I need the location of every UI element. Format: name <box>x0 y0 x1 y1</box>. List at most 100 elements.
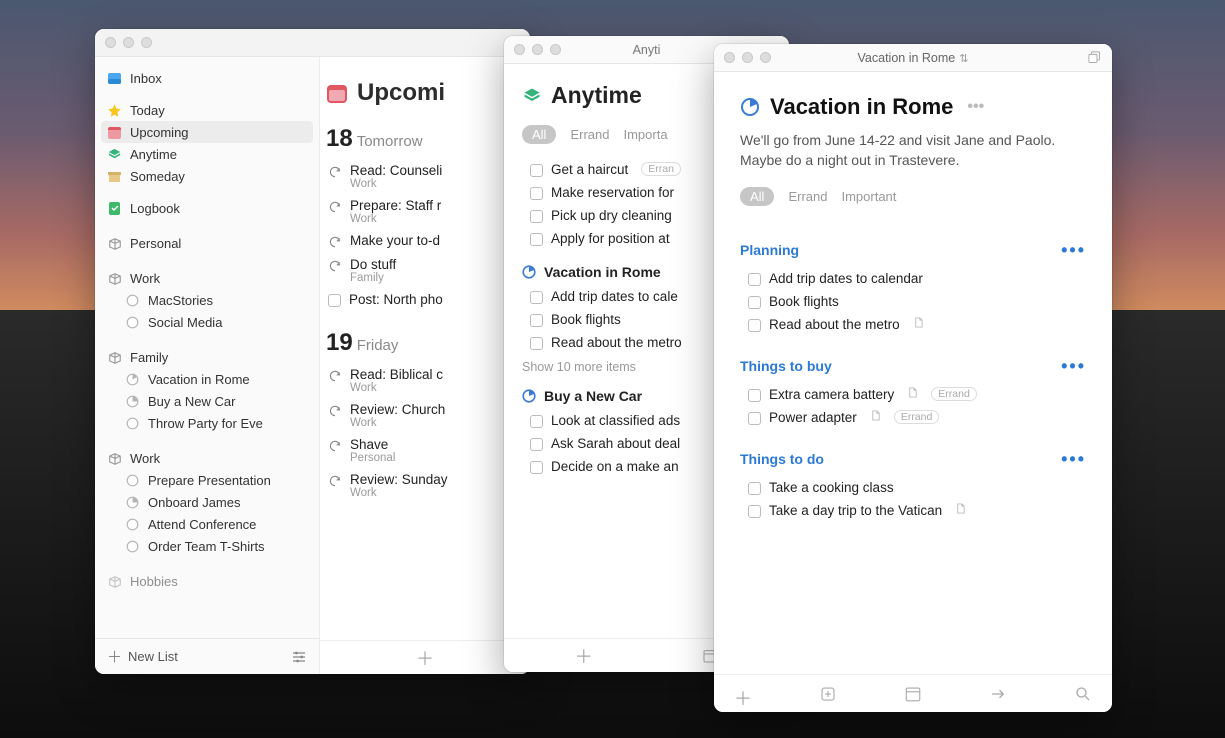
toolbar: ＋ <box>320 640 530 674</box>
sidebar-logbook[interactable]: Logbook <box>95 197 319 219</box>
checkbox[interactable] <box>748 482 761 495</box>
task-row[interactable]: Book flights <box>740 290 1086 313</box>
task-tag[interactable]: Errand <box>931 387 977 401</box>
task-tag[interactable]: Errand <box>894 410 940 424</box>
checkbox[interactable] <box>530 438 543 451</box>
move-icon[interactable] <box>989 685 1007 703</box>
task-row[interactable]: Prepare: Staff rWork <box>320 194 530 229</box>
pill-all[interactable]: All <box>740 187 774 206</box>
checkbox[interactable] <box>328 294 341 307</box>
sidebar-label: Upcoming <box>130 125 189 140</box>
sidebar-anytime[interactable]: Anytime <box>95 143 319 165</box>
add-icon[interactable]: ＋ <box>734 685 752 703</box>
checkbox[interactable] <box>530 314 543 327</box>
pill-errand[interactable]: Errand <box>570 127 609 142</box>
titlebar[interactable]: Vacation in Rome⇅ <box>714 44 1112 72</box>
sidebar-project[interactable]: Onboard James <box>95 491 319 513</box>
checkbox[interactable] <box>748 505 761 518</box>
checkbox[interactable] <box>530 461 543 474</box>
more-icon[interactable]: ••• <box>1061 449 1086 470</box>
task-row[interactable]: Post: North pho <box>320 288 530 311</box>
calendar-icon[interactable] <box>904 685 922 703</box>
sidebar-someday[interactable]: Someday <box>95 165 319 187</box>
search-icon[interactable] <box>1074 685 1092 703</box>
sidebar-area-family[interactable]: Family <box>95 347 319 368</box>
more-icon[interactable]: ••• <box>1061 356 1086 377</box>
repeat-icon <box>328 474 342 488</box>
traffic-min[interactable] <box>123 37 134 48</box>
task-row[interactable]: Read: CounseliWork <box>320 159 530 194</box>
task-title: Shave <box>350 437 395 452</box>
sidebar-area-work1[interactable]: Work <box>95 268 319 289</box>
task-row[interactable]: Review: ChurchWork <box>320 398 530 433</box>
sidebar-project[interactable]: Buy a New Car <box>95 390 319 412</box>
add-icon[interactable]: ＋ <box>416 645 434 671</box>
checkbox[interactable] <box>530 337 543 350</box>
box-icon <box>107 236 122 251</box>
dropdown-icon[interactable]: ⇅ <box>959 53 968 65</box>
checkbox[interactable] <box>530 164 543 177</box>
titlebar[interactable] <box>95 29 530 57</box>
checkbox[interactable] <box>530 415 543 428</box>
project-notes[interactable]: We'll go from June 14-22 and visit Jane … <box>740 130 1058 171</box>
task-tag[interactable]: Erran <box>641 162 681 176</box>
checkbox[interactable] <box>530 210 543 223</box>
sidebar-area-personal[interactable]: Personal <box>95 233 319 254</box>
pill-important[interactable]: Important <box>841 189 896 204</box>
pill-all[interactable]: All <box>522 125 556 144</box>
layers-icon <box>522 86 542 106</box>
task-row[interactable]: Extra camera batteryErrand <box>740 383 1086 406</box>
sidebar-today[interactable]: Today <box>95 99 319 121</box>
task-row[interactable]: ShavePersonal <box>320 433 530 468</box>
task-row[interactable]: Make your to-d <box>320 229 530 253</box>
task-row[interactable]: Take a cooking class <box>740 476 1086 499</box>
task-row[interactable]: Take a day trip to the Vatican <box>740 499 1086 522</box>
task-row[interactable]: Review: SundayWork <box>320 468 530 503</box>
sidebar-area-work2[interactable]: Work <box>95 448 319 469</box>
sidebar-upcoming[interactable]: Upcoming <box>101 121 313 143</box>
add-icon[interactable]: ＋ <box>575 643 593 669</box>
pie-icon <box>125 394 140 409</box>
sidebar-project[interactable]: Vacation in Rome <box>95 368 319 390</box>
repeat-icon <box>328 404 342 418</box>
sidebar-project[interactable]: Social Media <box>95 311 319 333</box>
traffic-max[interactable] <box>141 37 152 48</box>
day-label: Tomorrow <box>357 133 423 150</box>
task-row[interactable]: Read: Biblical cWork <box>320 363 530 398</box>
section-header[interactable]: Things to do••• <box>740 429 1086 476</box>
pill-errand[interactable]: Errand <box>788 189 827 204</box>
traffic-close[interactable] <box>105 37 116 48</box>
duplicate-icon[interactable] <box>1087 50 1102 65</box>
sidebar-project[interactable]: Prepare Presentation <box>95 469 319 491</box>
task-row[interactable]: Do stuffFamily <box>320 253 530 288</box>
checkbox[interactable] <box>530 233 543 246</box>
section-header[interactable]: Things to buy••• <box>740 336 1086 383</box>
section-header[interactable]: Planning••• <box>740 220 1086 267</box>
new-list-button[interactable]: ＋ New List <box>107 646 178 667</box>
task-title: Take a cooking class <box>769 480 894 495</box>
sidebar-project[interactable]: Order Team T-Shirts <box>95 535 319 557</box>
pie-icon <box>522 265 536 279</box>
sidebar-inbox[interactable]: Inbox <box>95 67 319 89</box>
checkbox[interactable] <box>748 389 761 402</box>
checkbox[interactable] <box>748 296 761 309</box>
more-icon[interactable]: ••• <box>1061 240 1086 261</box>
pill-important[interactable]: Importa <box>623 127 667 142</box>
checkbox[interactable] <box>748 273 761 286</box>
more-icon[interactable]: ••• <box>967 98 984 116</box>
task-title: Decide on a make an <box>551 459 679 474</box>
task-row[interactable]: Read about the metro <box>740 313 1086 336</box>
settings-icon[interactable] <box>291 649 307 665</box>
checkbox[interactable] <box>530 187 543 200</box>
checkbox[interactable] <box>530 291 543 304</box>
task-row[interactable]: Power adapterErrand <box>740 406 1086 429</box>
checkbox[interactable] <box>748 319 761 332</box>
sidebar-project[interactable]: Throw Party for Eve <box>95 412 319 434</box>
sidebar-project[interactable]: MacStories <box>95 289 319 311</box>
sidebar-area-hobbies[interactable]: Hobbies <box>95 571 319 592</box>
task-row[interactable]: Add trip dates to calendar <box>740 267 1086 290</box>
new-heading-icon[interactable] <box>819 685 837 703</box>
checkbox[interactable] <box>748 412 761 425</box>
sidebar-project[interactable]: Attend Conference <box>95 513 319 535</box>
project-title: Vacation in Rome ••• <box>740 94 1086 120</box>
